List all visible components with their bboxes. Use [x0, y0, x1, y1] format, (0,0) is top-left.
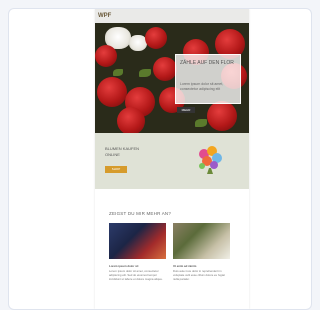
right-heading: Ut enim ad minim [173, 264, 197, 268]
hero-section: WPF ZÄHLE AUF DEN FLOR Lorem ipsum dolor… [95, 9, 249, 133]
rose-image [95, 45, 117, 67]
content-section: ZEIGST DU MIR MEHR AN? Lorem ipsum dolor… [95, 189, 249, 309]
left-paragraph: Lorem ipsum dolor sit amet, consectetur … [109, 269, 163, 281]
promo-headline-line2: ONLINE [105, 152, 120, 157]
hero-text-panel: ZÄHLE AUF DEN FLOR Lorem ipsum dolor sit… [175, 54, 241, 104]
hero-headline: ZÄHLE AUF DEN FLOR [180, 60, 234, 66]
promo-button[interactable]: SHOP [105, 166, 127, 173]
left-heading: Lorem ipsum dolor sit [109, 264, 139, 268]
hero-subtext: Lorem ipsum dolor sit amet, consectetur … [180, 82, 224, 91]
promo-headline: BLUMEN KAUFEN ONLINE [105, 146, 165, 158]
hero-button[interactable]: MEHR [177, 107, 195, 113]
rose-image [145, 27, 167, 49]
content-image-left[interactable] [109, 223, 166, 259]
preview-card: WPF ZÄHLE AUF DEN FLOR Lorem ipsum dolor… [8, 8, 312, 310]
website-preview: WPF ZÄHLE AUF DEN FLOR Lorem ipsum dolor… [95, 9, 249, 309]
rose-image [117, 107, 145, 133]
promo-band: BLUMEN KAUFEN ONLINE SHOP [95, 133, 249, 189]
right-text-block: Ut enim ad minim Duis aute irure dolor i… [173, 264, 230, 281]
leaf-image [113, 69, 123, 76]
left-text-block: Lorem ipsum dolor sit Lorem ipsum dolor … [109, 264, 166, 281]
rose-image [97, 77, 127, 107]
leaf-image [139, 69, 151, 77]
right-paragraph: Duis aute irure dolor in reprehenderit i… [173, 269, 225, 281]
leaf-image [195, 119, 207, 127]
rose-image [153, 57, 177, 81]
content-image-right[interactable] [173, 223, 230, 259]
rose-image [207, 101, 237, 131]
bouquet-icon [199, 146, 222, 174]
header-bar: WPF [95, 9, 249, 23]
site-logo[interactable]: WPF [98, 13, 111, 19]
section-title: ZEIGST DU MIR MEHR AN? [109, 211, 172, 216]
